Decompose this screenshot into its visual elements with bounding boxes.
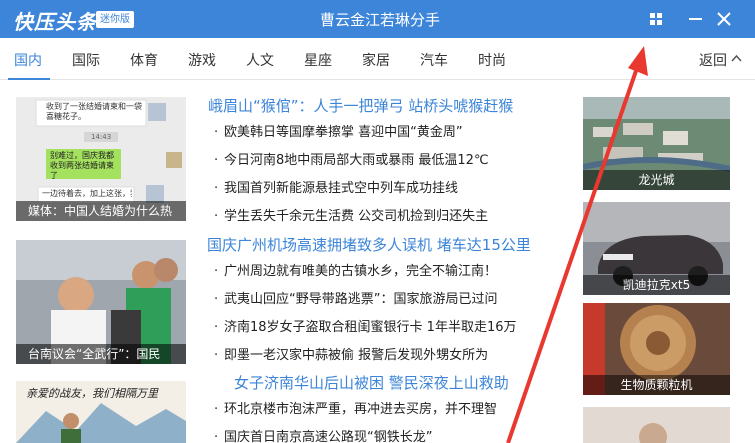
news-thumb-soldier[interactable]: 亲爱的战友，我们相隔万里 <box>16 381 186 443</box>
news-item-text: 广州周边就有唯美的古镇水乡，完全不输江南！ <box>224 264 498 279</box>
news-item-text: 环北京楼市泡沫严重，再冲进去买房，并不理智 <box>224 402 498 417</box>
category-tab-bar: 国内 国际 体育 游戏 人文 星座 家居 汽车 时尚 返回 <box>0 38 755 80</box>
minimize-icon <box>688 18 702 20</box>
ad-thumb-4[interactable] <box>583 407 730 443</box>
tab-home[interactable]: 家居 <box>362 50 390 70</box>
chat-bubble-2: 别难过，国庆我都收到两张结婚请柬了 <box>50 151 114 180</box>
tab-horoscope[interactable]: 星座 <box>304 50 332 70</box>
minimize-button[interactable] <box>680 4 710 34</box>
news-item[interactable]: · 今日河南8地中雨局部大雨或暴雨 最低温12℃ <box>208 151 568 179</box>
news-item-text: 国庆首日南京高速公路现“钢铁长龙” <box>224 430 433 443</box>
mini-version-badge: 迷你版 <box>96 11 134 28</box>
thumb-caption: 凯迪拉克xt5 <box>583 275 730 295</box>
chat-bubble-1: 收到了一张结婚请柬和一袋喜糖花子。 <box>46 102 142 121</box>
ad-thumb-cadillac[interactable]: 凯迪拉克xt5 <box>583 202 730 295</box>
app-logo: 快压头条 <box>13 10 97 34</box>
hot-headline-link[interactable]: 曹云金江若琳分手 <box>300 9 460 30</box>
thumb-caption: 媒体：中国人结婚为什么热 <box>16 201 186 221</box>
thumb-caption: 台南议会“全武行”：国民 <box>16 344 186 364</box>
news-item[interactable]: · 欧美韩日等国摩拳擦掌 喜迎中国“黄金周” <box>208 123 568 151</box>
thumb-caption: 生物质颗粒机 <box>583 375 730 395</box>
chat-bubble-3: 一边待着去，加上这张，我就 <box>42 189 132 198</box>
tab-games[interactable]: 游戏 <box>188 50 216 70</box>
ad-thumb-pellet-machine[interactable]: 生物质颗粒机 <box>583 303 730 395</box>
news-item-text: 欧美韩日等国摩拳擦掌 喜迎中国“黄金周” <box>224 125 463 140</box>
chat-time: 14:43 <box>91 133 112 141</box>
tab-sports[interactable]: 体育 <box>130 50 158 70</box>
chevron-up-icon[interactable] <box>731 54 742 62</box>
tab-cars[interactable]: 汽车 <box>420 50 448 70</box>
news-headline[interactable]: 峨眉山“猴倌”：人手一把弹弓 站桥头唬猴赶猴 <box>208 96 568 124</box>
news-item[interactable]: · 即墨一老汉家中蒜被偷 报警后发现外甥女所为 <box>208 346 568 374</box>
ad-thumb-longguang[interactable]: 龙光城 <box>583 97 730 190</box>
back-button[interactable]: 返回 <box>699 50 727 70</box>
calligraphy-text: 亲爱的战友，我们相隔万里 <box>26 387 158 400</box>
news-item[interactable]: · 广州周边就有唯美的古镇水乡，完全不输江南！ <box>208 262 568 290</box>
grid-icon <box>650 13 662 25</box>
news-item[interactable]: · 我国首列新能源悬挂式空中列车成功挂线 <box>208 179 568 207</box>
news-item-text: 武夷山回应“野导带路逃票”：国家旅游局已过问 <box>224 292 498 307</box>
menu-button[interactable] <box>641 4 671 34</box>
news-item[interactable]: · 济南18岁女子盗取合租闺蜜银行卡 1年半取走16万 <box>208 318 568 346</box>
tab-culture[interactable]: 人文 <box>246 50 274 70</box>
news-item[interactable]: · 国庆首日南京高速公路现“钢铁长龙” <box>208 428 508 443</box>
news-item[interactable]: · 学生丢失千余元生活费 公交司机捡到归还失主 <box>208 207 568 235</box>
title-bar: 快压头条 迷你版 曹云金江若琳分手 <box>0 0 755 38</box>
news-thumb-taiwan[interactable]: 台南议会“全武行”：国民 <box>16 240 186 364</box>
tab-domestic[interactable]: 国内 <box>14 50 42 70</box>
active-tab-indicator <box>8 78 50 80</box>
tab-international[interactable]: 国际 <box>72 50 100 70</box>
news-item[interactable]: · 环北京楼市泡沫严重，再冲进去买房，并不理智 <box>208 400 520 428</box>
thumb-caption: 龙光城 <box>583 170 730 190</box>
news-item-text: 济南18岁女子盗取合租闺蜜银行卡 1年半取走16万 <box>224 320 517 335</box>
close-button[interactable] <box>709 4 739 34</box>
news-item-text: 即墨一老汉家中蒜被偷 报警后发现外甥女所为 <box>224 348 489 363</box>
news-item[interactable]: · 武夷山回应“野导带路逃票”：国家旅游局已过问 <box>208 290 568 318</box>
news-headline[interactable]: 国庆广州机场高速拥堵致多人误机 堵车达15公里 <box>207 235 567 263</box>
news-thumb-wedding[interactable]: 收到了一张结婚请柬和一袋喜糖花子。 14:43 别难过，国庆我都收到两张结婚请柬… <box>16 97 186 221</box>
news-headline[interactable]: 女子济南华山后山被困 警民深夜上山救助 <box>234 373 568 401</box>
tab-fashion[interactable]: 时尚 <box>478 50 506 70</box>
partial-photo <box>583 407 730 443</box>
news-item-text: 我国首列新能源悬挂式空中列车成功挂线 <box>224 181 459 196</box>
news-item-text: 学生丢失千余元生活费 公交司机捡到归还失主 <box>224 209 489 224</box>
close-icon <box>717 12 731 26</box>
news-item-text: 今日河南8地中雨局部大雨或暴雨 最低温12℃ <box>224 153 489 168</box>
